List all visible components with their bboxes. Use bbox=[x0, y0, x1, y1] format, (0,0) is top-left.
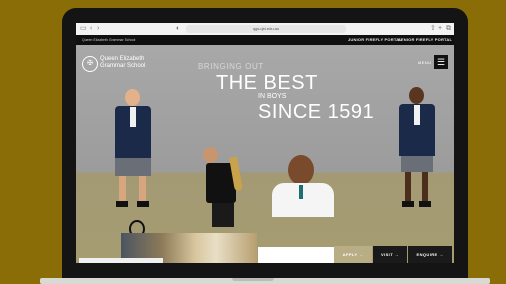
tabs-overview-icon[interactable]: ⧉ bbox=[446, 25, 451, 33]
boy-smiling-figure bbox=[270, 155, 336, 217]
address-bar[interactable]: qgs.qld.edu.au bbox=[186, 25, 346, 33]
senior-portal-link[interactable]: SENIOR FIREFLY PORTAL bbox=[398, 36, 452, 44]
apply-button[interactable]: APPLY → bbox=[334, 246, 372, 263]
laptop-screen: ▭ ‹ › ◐ qgs.qld.edu.au ⇧ + ⧉ Queen Eliza… bbox=[76, 23, 454, 263]
school-logo[interactable]: Queen Elizabeth Grammar School bbox=[100, 56, 145, 69]
junior-portal-link[interactable]: JUNIOR FIREFLY PORTAL bbox=[348, 36, 402, 44]
boy-saxophone-figure bbox=[198, 147, 258, 227]
sidebar-icon[interactable]: ▭ bbox=[80, 25, 87, 33]
content-panel bbox=[258, 247, 334, 263]
logo-line-2: Grammar School bbox=[100, 62, 146, 69]
school-crest-icon[interactable]: ✠ bbox=[82, 56, 98, 72]
hero-banner: ✠ Queen Elizabeth Grammar School MENU ☰ … bbox=[76, 45, 454, 263]
link-status-bar bbox=[79, 258, 163, 263]
laptop-notch bbox=[232, 278, 274, 281]
menu-label: MENU bbox=[418, 60, 432, 65]
share-icon[interactable]: ⇧ bbox=[430, 25, 436, 33]
hero-line-2: THE BEST bbox=[216, 72, 318, 94]
privacy-shield-icon: ◐ bbox=[176, 25, 181, 32]
hero-line-3: IN BOYS bbox=[258, 93, 287, 100]
new-tab-icon[interactable]: + bbox=[438, 25, 442, 33]
back-icon[interactable]: ‹ bbox=[90, 25, 92, 33]
hamburger-menu-button[interactable]: ☰ bbox=[434, 55, 448, 69]
logo-line-1: Queen Elizabeth bbox=[100, 56, 145, 62]
hero-line-4: SINCE 1591 bbox=[258, 101, 375, 123]
enquire-button[interactable]: ENQUIRE → bbox=[408, 246, 452, 263]
boy-standing-figure bbox=[396, 87, 438, 215]
boy-shouting-figure bbox=[110, 89, 158, 213]
hero-line-1: BRINGING OUT bbox=[198, 62, 264, 71]
site-topbar: Queen Elizabeth Grammar School JUNIOR FI… bbox=[76, 35, 454, 45]
school-switcher-link[interactable]: Queen Elizabeth Grammar School bbox=[82, 37, 135, 43]
forward-icon[interactable]: › bbox=[97, 25, 99, 33]
visit-button[interactable]: VISIT → bbox=[373, 246, 407, 263]
